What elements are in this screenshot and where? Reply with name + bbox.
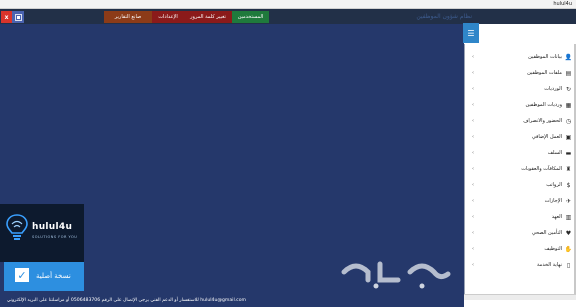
window-title: hulul4u <box>553 1 572 7</box>
logo-tagline: SOLUTIONS FOR YOU <box>32 235 78 239</box>
chevron-left-icon: ‹ <box>472 70 474 76</box>
sidebar-item-rewards-penalties[interactable]: ‹ المكافآت والعقوبات ♜ <box>468 162 572 176</box>
sidebar-item-salaries[interactable]: ‹ الرواتب $ <box>468 178 572 192</box>
company-logo: hulul4u SOLUTIONS FOR YOU <box>0 204 84 262</box>
sidebar-item-custodies[interactable]: ‹ العهد ▥ <box>468 210 572 224</box>
chevron-left-icon: ‹ <box>472 54 474 60</box>
window-titlebar: hulul4u <box>0 0 576 9</box>
bulb-icon <box>6 214 28 240</box>
briefcase-icon: ▣ <box>565 133 572 141</box>
chevron-left-icon: ‹ <box>472 118 474 124</box>
handshake-icon: ✋ <box>564 245 573 253</box>
menu-change-password-button[interactable]: تغيير كلمة المرور <box>184 11 232 23</box>
sidebar-item-attendance[interactable]: ‹ الحضور والانصراف ◷ <box>468 114 572 128</box>
heart-icon: ♥ <box>565 229 572 237</box>
sidebar-item-label: التوظيف <box>544 246 562 252</box>
chevron-left-icon: ‹ <box>472 182 474 188</box>
chevron-left-icon: ‹ <box>472 246 474 252</box>
chevron-left-icon: ‹ <box>472 150 474 156</box>
contact-text: للاستفسار أو الدعم الفني يرجى الإتصال عل… <box>6 297 246 303</box>
sidebar-item-employee-shifts[interactable]: ‹ ورديات الموظفين ▦ <box>468 98 572 112</box>
sidebar-item-label: ورديات الموظفين <box>525 102 562 108</box>
sidebar-item-overtime[interactable]: ‹ العمل الإضافي ▣ <box>468 130 572 144</box>
logo-name: hulul4u <box>32 222 73 232</box>
menu-users-button[interactable]: المستخدمين <box>232 11 269 23</box>
chevron-left-icon: ‹ <box>472 166 474 172</box>
sidebar-item-label: الرواتب <box>546 182 562 188</box>
sidebar-scrollbar[interactable] <box>464 294 576 300</box>
folder-icon: ▤ <box>565 69 572 77</box>
door-icon: ▯ <box>566 261 571 269</box>
sidebar-item-label: الإجازات <box>544 198 562 204</box>
sidebar-menu: ‹ بيانات الموظفين 👤 ‹ ملفات الموظفين ▤ ‹… <box>464 44 576 294</box>
chevron-left-icon: ‹ <box>472 262 474 268</box>
checkmark-icon: ✓ <box>15 268 29 282</box>
refresh-icon: ↻ <box>565 85 572 93</box>
sidebar-item-label: الحضور والانصراف <box>523 118 562 124</box>
top-menu-bar: x صانع التقارير الإعدادات تغيير كلمة الم… <box>0 9 576 24</box>
sidebar-item-advances[interactable]: ‹ السلف ▬ <box>468 146 572 160</box>
sidebar-item-health-insurance[interactable]: ‹ التأمين الصحي ♥ <box>468 226 572 240</box>
sidebar-item-label: الورديات <box>544 86 562 92</box>
original-version-badge: ✓ نسخة أصلية <box>4 262 84 291</box>
app-icon[interactable] <box>12 11 24 23</box>
chevron-left-icon: ‹ <box>472 86 474 92</box>
chevron-left-icon: ‹ <box>472 214 474 220</box>
hamburger-icon[interactable]: ☰ <box>463 23 479 43</box>
sidebar-item-label: نهاية الخدمة <box>536 262 562 268</box>
sidebar-item-label: العمل الإضافي <box>531 134 562 140</box>
sidebar-item-label: التأمين الصحي <box>531 230 562 236</box>
watermark-logo <box>341 261 451 289</box>
sidebar-item-shifts[interactable]: ‹ الورديات ↻ <box>468 82 572 96</box>
chevron-left-icon: ‹ <box>472 230 474 236</box>
footer-contact: للاستفسار أو الدعم الفني يرجى الإتصال عل… <box>0 293 464 307</box>
box-icon: ▥ <box>565 213 572 221</box>
money-icon: ▬ <box>565 149 572 157</box>
sidebar-item-label: العهد <box>551 214 562 220</box>
sidebar-item-recruitment[interactable]: ‹ التوظيف ✋ <box>468 242 572 256</box>
chevron-left-icon: ‹ <box>472 134 474 140</box>
sidebar-item-employee-data[interactable]: ‹ بيانات الموظفين 👤 <box>468 50 572 64</box>
dollar-icon: $ <box>566 181 571 189</box>
chevron-left-icon: ‹ <box>472 198 474 204</box>
sidebar-item-label: السلف <box>547 150 562 156</box>
user-icon: 👤 <box>564 53 573 61</box>
menu-settings-button[interactable]: الإعدادات <box>152 11 184 23</box>
clock-icon: ◷ <box>565 117 572 125</box>
badge-label: نسخة أصلية <box>36 272 71 280</box>
chevron-left-icon: ‹ <box>472 102 474 108</box>
sidebar-item-vacations[interactable]: ‹ الإجازات ✈ <box>468 194 572 208</box>
sidebar-item-label: المكافآت والعقوبات <box>521 166 562 172</box>
trophy-icon: ♜ <box>565 165 572 173</box>
sidebar-item-label: بيانات الموظفين <box>528 54 562 60</box>
sidebar-item-label: ملفات الموظفين <box>527 70 562 76</box>
sidebar-item-employee-files[interactable]: ‹ ملفات الموظفين ▤ <box>468 66 572 80</box>
plane-icon: ✈ <box>565 197 572 205</box>
app-title: نظام شؤون الموظفين <box>416 13 472 20</box>
menu-reports-button[interactable]: صانع التقارير <box>104 11 152 23</box>
close-button[interactable]: x <box>1 11 12 23</box>
sidebar-item-end-of-service[interactable]: ‹ نهاية الخدمة ▯ <box>468 258 572 272</box>
calendar-user-icon: ▦ <box>565 101 572 109</box>
